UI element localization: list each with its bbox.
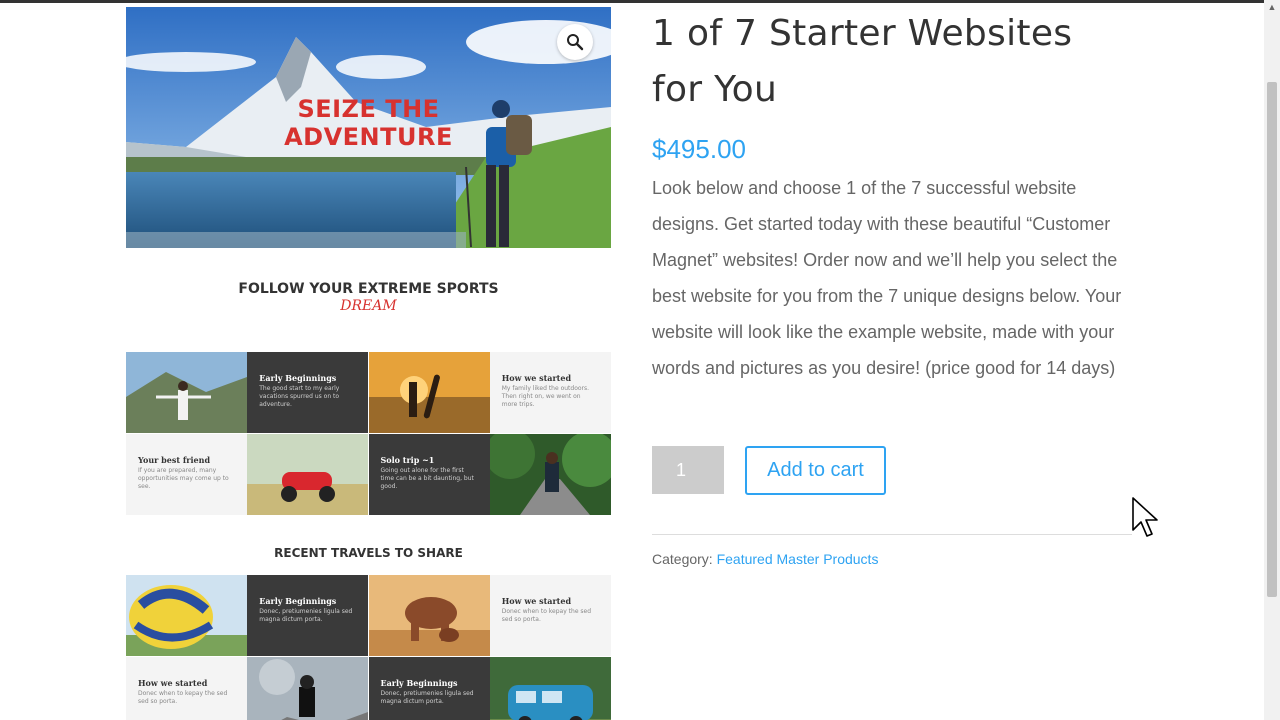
elephants-photo	[368, 575, 490, 656]
grid-text-tile: Solo trip ~1 Going out alone for the firs…	[368, 434, 490, 515]
grid-text-tile: Early Beginnings The good start to my ear…	[247, 352, 369, 433]
tile-title: Early Beginnings	[380, 678, 458, 688]
grid-text-tile: Early Beginnings Donec, pretiumenies ligu…	[368, 657, 490, 720]
grid-text-tile: How we started Donec when to kepay the se…	[489, 575, 611, 656]
hero-title-line-1: SEIZE THE	[297, 95, 440, 123]
grid-text-tile: How we started Donec when to kepay the se…	[126, 657, 247, 720]
top-border	[0, 0, 1264, 3]
divider	[652, 534, 1132, 535]
hot-air-balloon-photo	[126, 575, 247, 656]
image-grid-2: Early Beginnings Donec, pretiumenies ligu…	[126, 575, 611, 720]
zoom-button[interactable]	[557, 24, 593, 60]
tile-title: How we started	[501, 596, 572, 606]
scroll-up-arrow-icon[interactable]: ▲	[1267, 2, 1277, 12]
tile-body: My family liked the outdoors. Then right…	[501, 385, 590, 408]
tile-title: How we started	[501, 373, 572, 383]
grid-text-tile: Your best friend If you are prepared, man…	[126, 434, 247, 515]
grid-text-tile: How we started My family liked the outdoo…	[489, 352, 611, 433]
category-link[interactable]: Featured Master Products	[717, 551, 879, 567]
product-title: 1 of 7 Starter Websites for You	[652, 13, 1073, 110]
tile-title: Early Beginnings	[259, 373, 337, 383]
tile-body: Donec, pretiumenies ligula sed magna dic…	[259, 608, 353, 623]
section-heading-extreme-sports: FOLLOW YOUR EXTREME SPORTS	[238, 281, 499, 297]
page-scrollbar[interactable]: ▲	[1264, 0, 1280, 720]
tile-body: Going out alone for the first time can b…	[380, 467, 474, 490]
scrollbar-thumb[interactable]	[1267, 82, 1277, 597]
category-label: Category:	[652, 551, 713, 567]
section-heading-script: DREAM	[340, 298, 397, 314]
hero-banner-image: SEIZE THE ADVENTURE	[126, 7, 611, 248]
magnifier-icon	[567, 34, 584, 51]
hero-title: SEIZE THE ADVENTURE	[276, 95, 461, 151]
tile-title: How we started	[138, 678, 208, 688]
section-heading-recent-travels: RECENT TRAVELS TO SHARE	[274, 546, 463, 560]
quantity-input[interactable]	[652, 446, 724, 494]
red-scooter-photo	[247, 434, 369, 515]
tile-body: Donec when to kepay the sed sed so porta…	[138, 690, 228, 705]
tile-title: Your best friend	[138, 455, 211, 465]
blue-van-photo	[489, 657, 611, 720]
add-to-cart-button[interactable]: Add to cart	[745, 446, 886, 495]
forest-bridge-photo	[489, 434, 611, 515]
tile-title: Solo trip ~1	[380, 455, 435, 465]
tile-body: Donec, pretiumenies ligula sed magna dic…	[380, 690, 474, 705]
product-description: Look below and choose 1 of the 7 success…	[652, 178, 1122, 378]
surfer-sunset-photo	[368, 352, 490, 433]
tile-body: Donec when to kepay the sed sed so porta…	[501, 608, 592, 623]
image-grid-1: Early Beginnings The good start to my ear…	[126, 352, 611, 516]
tile-title: Early Beginnings	[259, 596, 337, 606]
grid-text-tile: Early Beginnings Donec, pretiumenies ligu…	[247, 575, 369, 656]
mountain-woman-photo	[126, 352, 247, 433]
product-gallery[interactable]: SEIZE THE ADVENTURE FOLLOW YOUR EXTREME …	[126, 7, 611, 720]
product-meta: Category: Featured Master Products	[652, 551, 878, 567]
tile-body: The good start to my early vacations spu…	[259, 385, 340, 408]
hero-title-line-2: ADVENTURE	[284, 123, 453, 151]
tile-body: If you are prepared, many opportunities …	[138, 467, 229, 490]
climber-photo	[247, 657, 369, 720]
product-price: $495.00	[652, 134, 746, 164]
mouse-cursor-icon	[1132, 497, 1158, 537]
